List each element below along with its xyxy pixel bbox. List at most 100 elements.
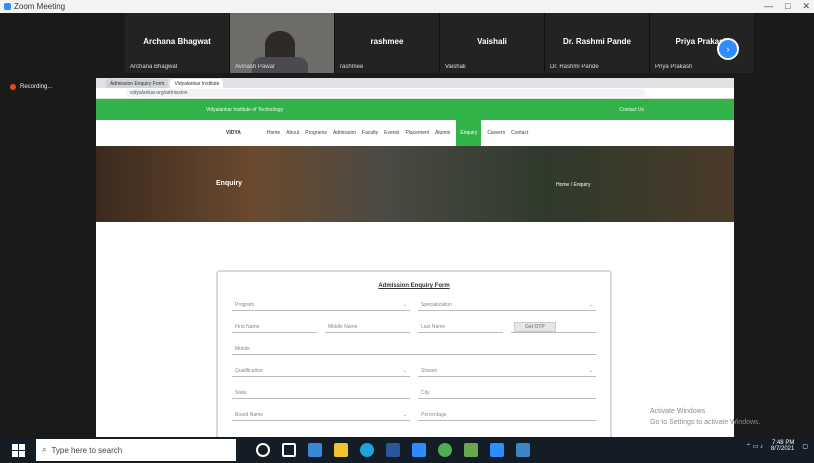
- participant-tile[interactable]: rashmee rashmee: [335, 13, 440, 73]
- edge-icon[interactable]: [360, 443, 374, 457]
- mobile-field[interactable]: Mobile: [232, 343, 596, 355]
- search-placeholder: Type here to search: [51, 445, 123, 455]
- shared-screen: Admission Enquiry Form Vidyalankar Insti…: [96, 78, 734, 450]
- nav-item-active[interactable]: Enquiry: [456, 120, 482, 146]
- chevron-down-icon: ⌄: [588, 367, 593, 374]
- watermark-line: Activate Windows: [650, 408, 706, 415]
- start-button[interactable]: [8, 440, 28, 460]
- field-label: Percentage: [421, 411, 447, 418]
- taskbar-apps: [256, 443, 530, 457]
- program-select[interactable]: Program ⌄: [232, 299, 410, 311]
- participant-label: Dr. Rashmi Pande: [550, 64, 599, 70]
- app-icon[interactable]: [516, 443, 530, 457]
- cortana-icon[interactable]: [256, 443, 270, 457]
- chevron-down-icon: ⌄: [402, 367, 407, 374]
- participant-label: Priya Prakash: [655, 64, 693, 70]
- qualification-select[interactable]: Qualification ⌄: [232, 365, 410, 377]
- form-title: Admission Enquiry Form: [378, 283, 450, 289]
- site-nav: VIDYA Home About Programs Admission Facu…: [96, 120, 734, 146]
- record-dot-icon: [10, 84, 16, 90]
- taskbar-search[interactable]: ⌕ Type here to search: [36, 439, 236, 461]
- field-label: State: [235, 389, 247, 396]
- participant-label: rashmee: [340, 64, 364, 70]
- field-label: Mobile: [235, 345, 250, 352]
- address-bar: vidyalankar.org/admission: [96, 88, 734, 99]
- site-logo[interactable]: VIDYA: [226, 130, 241, 136]
- nav-item[interactable]: Admission: [333, 130, 356, 136]
- site-topbar: Vidyalankar Institute of Technology Cont…: [96, 99, 734, 120]
- minimize-button[interactable]: —: [764, 1, 773, 12]
- participant-name: Archana Bhagwat: [143, 37, 211, 46]
- participant-video-tile[interactable]: Avinash Pawar: [230, 13, 335, 73]
- word-icon[interactable]: [386, 443, 400, 457]
- task-view-icon[interactable]: [282, 443, 296, 457]
- meeting-area: Archana Bhagwat Archana Bhagwat Avinash …: [0, 13, 814, 450]
- zoom-icon[interactable]: [490, 443, 504, 457]
- board-select[interactable]: Board Name ⌄: [232, 409, 410, 421]
- field-label: Board Name: [235, 411, 264, 418]
- breadcrumb: Home / Enquiry: [556, 182, 591, 188]
- mail-icon[interactable]: [412, 443, 426, 457]
- nav-item[interactable]: Faculty: [362, 130, 378, 136]
- window-titlebar: Zoom Meeting — □ ✕: [0, 0, 814, 13]
- close-button[interactable]: ✕: [802, 1, 810, 12]
- last-name-field[interactable]: Last Name: [418, 321, 503, 333]
- stream-select[interactable]: Stream ⌄: [418, 365, 596, 377]
- participant-label: Archana Bhagwat: [130, 64, 178, 70]
- percentage-field[interactable]: Percentage: [418, 409, 596, 421]
- specialization-select[interactable]: Specialization ⌄: [418, 299, 596, 311]
- enquiry-form: Admission Enquiry Form Program ⌄ Speciali…: [216, 270, 612, 450]
- activate-windows-watermark: Activate Windows Go to Settings to activ…: [650, 406, 761, 428]
- window-controls: — □ ✕: [764, 1, 810, 12]
- get-otp-button[interactable]: Get OTP: [514, 321, 556, 332]
- app-icon[interactable]: [464, 443, 478, 457]
- tray-icons[interactable]: ⌃ ▭ ♪: [746, 443, 763, 450]
- nav-item[interactable]: Contact: [511, 130, 528, 136]
- participant-label: Avinash Pawar: [235, 64, 275, 70]
- file-explorer-icon[interactable]: [334, 443, 348, 457]
- gallery-next-button[interactable]: ›: [717, 38, 739, 60]
- nav-item[interactable]: Programs: [305, 130, 327, 136]
- participant-name: Dr. Rashmi Pande: [562, 37, 632, 46]
- participant-tile[interactable]: Dr. Rashmi Pande Dr. Rashmi Pande: [545, 13, 650, 73]
- nav-item[interactable]: Events: [384, 130, 399, 136]
- windows-taskbar: ⌕ Type here to search ⌃ ▭ ♪ 7:48 PM 8/7/2…: [0, 437, 814, 463]
- store-icon[interactable]: [308, 443, 322, 457]
- participant-tile[interactable]: Priya Prakash Priya Prakash: [650, 13, 755, 73]
- nav-item[interactable]: Home: [267, 130, 280, 136]
- field-label: Qualification: [235, 367, 263, 374]
- field-label: Stream: [421, 367, 438, 374]
- city-field[interactable]: City: [418, 387, 596, 399]
- nav-item[interactable]: About: [286, 130, 299, 136]
- participant-name: Vaishali: [477, 37, 507, 46]
- clock[interactable]: 7:48 PM 8/7/2021: [771, 440, 794, 452]
- first-name-field[interactable]: First Name: [232, 321, 317, 333]
- recording-indicator: Recording...: [10, 84, 52, 90]
- field-label: Middle Name: [328, 323, 358, 330]
- hero-title: Enquiry: [216, 180, 243, 187]
- clock-date: 8/7/2021: [770, 446, 795, 452]
- browser-tab-active[interactable]: Vidyalankar Institute: [170, 79, 224, 88]
- browser-tab[interactable]: Admission Enquiry Form: [106, 79, 169, 88]
- topbar-left-text: Vidyalankar Institute of Technology: [206, 106, 284, 113]
- nav-item[interactable]: Alumni: [435, 130, 450, 136]
- participant-gallery: Archana Bhagwat Archana Bhagwat Avinash …: [125, 13, 755, 73]
- hero-banner: Enquiry Home / Enquiry: [96, 146, 734, 222]
- zoom-app-icon: [4, 3, 11, 10]
- field-label: First Name: [235, 323, 260, 330]
- nav-item[interactable]: Careers: [487, 130, 505, 136]
- chrome-icon[interactable]: [438, 443, 452, 457]
- participant-tile[interactable]: Archana Bhagwat Archana Bhagwat: [125, 13, 230, 73]
- state-field[interactable]: State: [232, 387, 410, 399]
- middle-name-field[interactable]: Middle Name: [325, 321, 410, 333]
- maximize-button[interactable]: □: [785, 1, 790, 12]
- window-title: Zoom Meeting: [14, 2, 66, 11]
- notifications-icon[interactable]: ▢: [802, 443, 808, 450]
- participant-name: rashmee: [370, 37, 404, 46]
- nav-item[interactable]: Placement: [405, 130, 429, 136]
- participant-tile[interactable]: Vaishali Vaishali: [440, 13, 545, 73]
- url-field[interactable]: vidyalankar.org/admission: [126, 89, 646, 97]
- browser-tabbar: Admission Enquiry Form Vidyalankar Insti…: [96, 78, 734, 88]
- otp-area: Get OTP: [511, 321, 596, 333]
- system-tray: ⌃ ▭ ♪ 7:48 PM 8/7/2021 ▢: [746, 440, 808, 452]
